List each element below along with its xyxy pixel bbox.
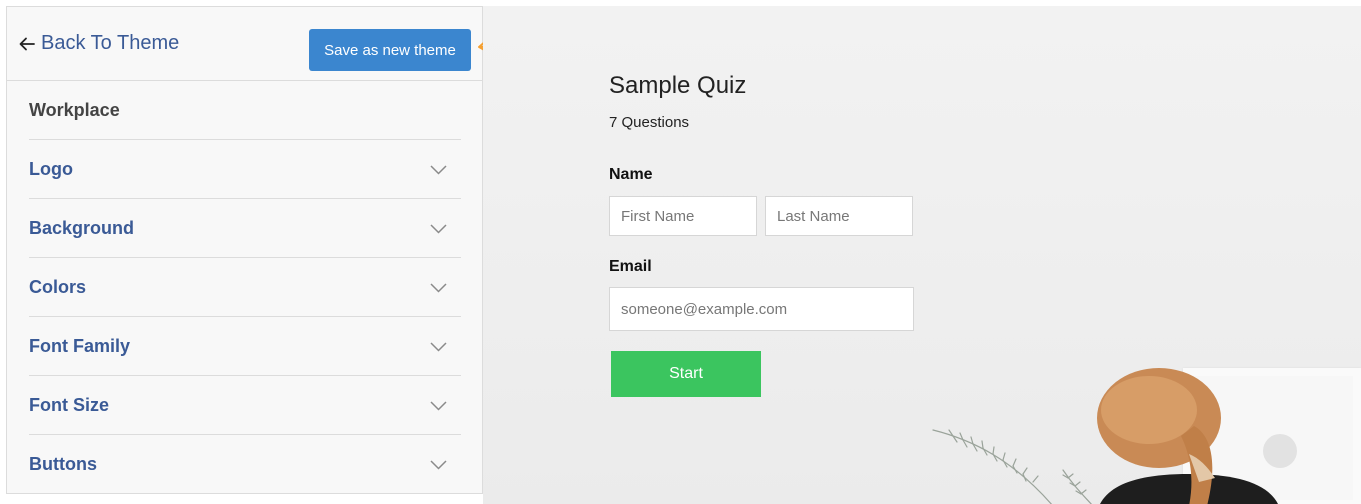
chevron-down-icon	[430, 224, 447, 234]
chevron-down-icon	[430, 401, 447, 411]
theme-section-list: Workplace Logo Background Colors Font Fa…	[29, 81, 461, 494]
section-label: Workplace	[29, 100, 120, 120]
section-workplace[interactable]: Workplace	[29, 81, 461, 140]
email-label: Email	[609, 258, 652, 275]
back-to-theme-label: Back To Theme	[41, 32, 180, 54]
section-label: Background	[29, 218, 135, 238]
section-label: Logo	[29, 159, 73, 179]
name-label: Name	[609, 166, 653, 183]
theme-preview: Sample Quiz 7 Questions Name Email Start	[483, 6, 1361, 504]
person-image	[1097, 368, 1278, 504]
question-count: 7 Questions	[609, 114, 690, 131]
section-font-size[interactable]: Font Size	[29, 376, 461, 435]
last-name-input[interactable]	[765, 196, 913, 236]
section-background[interactable]: Background	[29, 199, 461, 258]
back-to-theme-link[interactable]: Back To Theme	[19, 32, 179, 55]
section-font-family[interactable]: Font Family	[29, 317, 461, 376]
email-input[interactable]	[609, 287, 914, 331]
quiz-title: Sample Quiz	[609, 72, 747, 99]
chevron-down-icon	[430, 283, 447, 293]
save-as-new-theme-button[interactable]: Save as new theme	[309, 29, 471, 71]
section-logo[interactable]: Logo	[29, 140, 461, 199]
chevron-down-icon	[430, 342, 447, 352]
section-label: Colors	[29, 277, 87, 297]
plant-image	[932, 429, 1092, 504]
section-label: Font Family	[29, 336, 131, 356]
section-colors[interactable]: Colors	[29, 258, 461, 317]
section-buttons[interactable]: Buttons	[29, 435, 461, 494]
panel-header: Back To Theme Save as new theme	[7, 7, 482, 81]
arrow-left-icon	[19, 37, 35, 50]
chevron-down-icon	[430, 165, 447, 175]
quiz-form: Sample Quiz 7 Questions Name Email Start	[609, 72, 914, 397]
chevron-down-icon	[430, 460, 447, 470]
first-name-input[interactable]	[609, 196, 757, 236]
theme-editor-panel: Back To Theme Save as new theme Workplac…	[6, 6, 483, 494]
start-button[interactable]: Start	[611, 351, 761, 397]
section-label: Font Size	[29, 395, 109, 415]
section-label: Buttons	[29, 454, 97, 474]
